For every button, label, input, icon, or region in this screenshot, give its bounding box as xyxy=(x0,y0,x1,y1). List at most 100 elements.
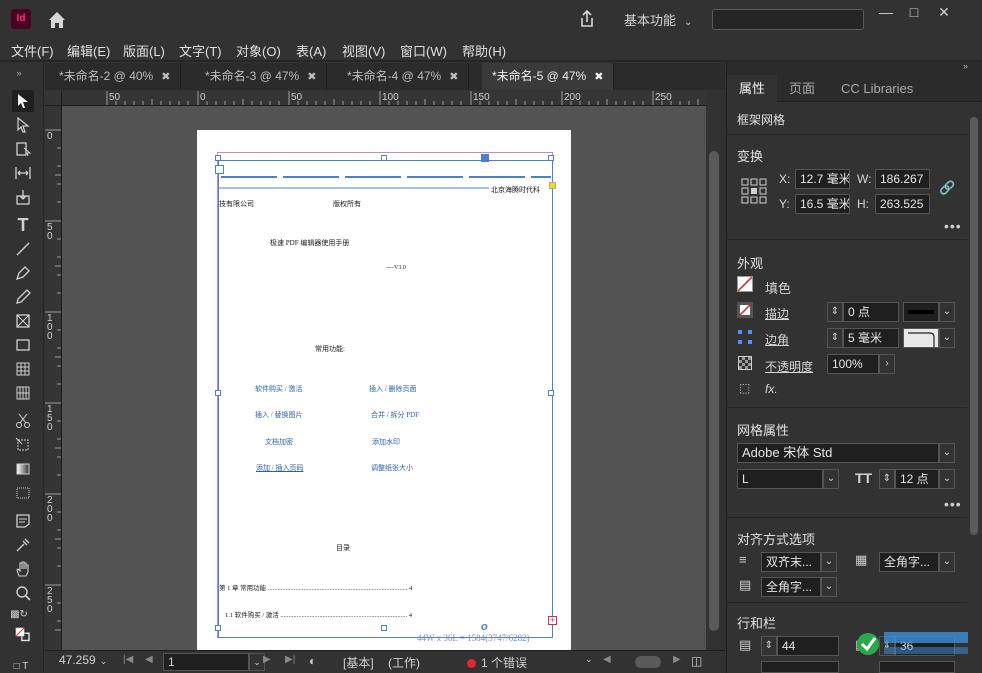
line-alignment-dropdown[interactable]: 双齐末... xyxy=(761,552,821,572)
grid-anchor-handle[interactable] xyxy=(481,154,489,162)
vertical-ruler[interactable]: 0 50 100 150 200 250 xyxy=(45,106,62,650)
link-item[interactable]: 合并 / 拆分 PDF xyxy=(371,410,419,420)
gradient-swatch-tool-icon[interactable] xyxy=(12,458,34,480)
last-page-icon[interactable]: ▶| xyxy=(285,654,295,665)
vertical-grid-tool-icon[interactable] xyxy=(12,382,34,404)
fill-stroke-swatch-icon[interactable] xyxy=(8,624,38,652)
panel-scrollbar[interactable] xyxy=(968,102,980,673)
free-transform-tool-icon[interactable] xyxy=(12,434,34,456)
line-tool-icon[interactable] xyxy=(12,238,34,260)
resize-handle[interactable] xyxy=(548,390,554,396)
type-tool-icon[interactable]: T xyxy=(12,214,34,236)
opacity-field[interactable]: 100% xyxy=(827,354,879,374)
chevron-down-icon[interactable]: ⌄ xyxy=(821,552,837,572)
tab-pages[interactable]: 页面 xyxy=(777,75,827,102)
menu-layout[interactable]: 版面(L) xyxy=(123,41,165,60)
menu-edit[interactable]: 编辑(E) xyxy=(67,41,110,60)
expand-panel-icon[interactable]: » xyxy=(963,61,968,71)
tab-untitled-3[interactable]: *未命名-3 @ 47% ✖ xyxy=(195,63,328,90)
in-port-icon[interactable] xyxy=(215,165,224,174)
resize-handle[interactable] xyxy=(215,155,221,161)
characters-field[interactable]: 44 xyxy=(777,636,839,656)
close-button[interactable]: ✕ xyxy=(930,2,958,22)
default-fill-stroke-icon[interactable]: ▩↻ xyxy=(8,604,30,626)
split-window-icon[interactable]: ◫ xyxy=(691,654,702,668)
gap-tool-icon[interactable] xyxy=(12,162,34,184)
tab-properties[interactable]: 属性 xyxy=(727,75,778,102)
corner-shape-dropdown[interactable] xyxy=(903,328,939,348)
stroke-type-dropdown[interactable] xyxy=(903,302,939,322)
eyedropper-tool-icon[interactable] xyxy=(12,534,34,556)
formatting-affects-container-icon[interactable]: □ T xyxy=(10,656,32,673)
scissors-tool-icon[interactable] xyxy=(12,410,34,432)
share-icon[interactable] xyxy=(576,8,598,30)
note-tool-icon[interactable] xyxy=(12,510,34,532)
chevron-down-icon[interactable]: ⌄ xyxy=(939,302,955,322)
x-position-field[interactable]: 12.7 毫米 xyxy=(795,169,850,189)
rectangle-frame-tool-icon[interactable] xyxy=(12,310,34,332)
reference-point-icon[interactable] xyxy=(741,178,767,204)
chevron-down-icon[interactable]: ⌄ xyxy=(585,654,593,665)
tab-untitled-4[interactable]: *未命名-4 @ 47% ✖ xyxy=(337,63,470,90)
tab-cc-libraries[interactable]: CC Libraries xyxy=(829,75,925,102)
document-page[interactable]: 北京海腾时代科 技有限公司 版权所有 极速 PDF 编辑器使用手册 ----V3… xyxy=(197,130,571,650)
maximize-button[interactable]: □ xyxy=(900,2,928,22)
link-item[interactable]: 调整纸张大小 xyxy=(371,463,413,473)
minimize-button[interactable]: — xyxy=(872,2,900,22)
chevron-down-icon[interactable]: ⌄ xyxy=(939,328,955,348)
close-icon[interactable]: ✖ xyxy=(594,71,603,83)
more-options-icon[interactable]: ••• xyxy=(944,218,962,234)
close-icon[interactable]: ✖ xyxy=(449,71,458,83)
font-size-field[interactable]: 12 点 xyxy=(895,469,939,489)
chevron-down-icon[interactable]: ⌄ xyxy=(821,577,837,597)
workspace-switcher[interactable]: 基本功能 ⌄ xyxy=(624,10,692,29)
resize-handle[interactable] xyxy=(381,155,387,161)
collapse-toolbar-icon[interactable]: » xyxy=(8,62,30,84)
stepper-icon[interactable]: ⇕ xyxy=(761,636,777,656)
stepper-icon[interactable]: ⇕ xyxy=(827,328,843,348)
more-options-icon[interactable]: ••• xyxy=(944,496,962,512)
grid-alignment-dropdown[interactable]: 全角字... xyxy=(761,577,821,597)
preflight-icon[interactable]: ◐ xyxy=(309,654,316,668)
stepper-icon[interactable]: ⇕ xyxy=(827,302,843,322)
link-item[interactable]: 软件购买 / 激活 xyxy=(255,384,302,394)
horizontal-grid-tool-icon[interactable] xyxy=(12,358,34,380)
y-position-field[interactable]: 16.5 毫米 xyxy=(795,194,850,214)
first-page-icon[interactable]: |◀ xyxy=(123,654,133,665)
resize-handle[interactable] xyxy=(548,155,554,161)
menu-table[interactable]: 表(A) xyxy=(296,41,326,60)
close-icon[interactable]: ✖ xyxy=(307,71,316,83)
stroke-label[interactable]: 描边 xyxy=(765,305,789,322)
chevron-down-icon[interactable]: ⌄ xyxy=(823,469,839,489)
rectangle-tool-icon[interactable] xyxy=(12,334,34,356)
link-marker-icon[interactable] xyxy=(549,182,556,189)
content-grabber-icon[interactable]: o xyxy=(481,621,488,633)
font-family-dropdown[interactable]: Adobe 宋体 Std xyxy=(737,443,939,463)
overset-text-icon[interactable]: + xyxy=(548,616,557,625)
link-item[interactable]: 插入 / 删除页面 xyxy=(369,384,416,394)
chevron-right-icon[interactable]: › xyxy=(879,354,895,374)
content-collector-icon[interactable] xyxy=(12,186,34,208)
stroke-swatch-icon[interactable] xyxy=(737,302,753,318)
next-page-icon[interactable]: ▶ xyxy=(263,654,271,665)
document-canvas[interactable]: 北京海腾时代科 技有限公司 版权所有 极速 PDF 编辑器使用手册 ----V3… xyxy=(62,106,706,650)
menu-file[interactable]: 文件(F) xyxy=(11,41,54,60)
close-icon[interactable]: ✖ xyxy=(161,71,170,83)
tab-untitled-5[interactable]: *未命名-5 @ 47% ✖ xyxy=(482,63,615,90)
frame-grid[interactable] xyxy=(218,160,553,638)
scroll-left-icon[interactable]: ◀ xyxy=(603,654,611,665)
selection-tool-icon[interactable] xyxy=(12,90,34,112)
resize-handle[interactable] xyxy=(215,625,221,631)
effects-square-icon[interactable]: ⬚ xyxy=(739,381,750,395)
vertical-scrollbar[interactable] xyxy=(706,91,724,650)
constrain-proportions-icon[interactable]: 🔗 xyxy=(939,180,955,196)
preflight-errors[interactable]: 1 个错误 xyxy=(467,654,527,671)
ruler-origin[interactable] xyxy=(45,91,62,106)
scroll-right-icon[interactable]: ▶ xyxy=(673,654,681,665)
resize-handle[interactable] xyxy=(381,625,387,631)
link-item[interactable]: 文档加密 xyxy=(265,437,293,447)
resize-handle[interactable] xyxy=(215,390,221,396)
fill-swatch-icon[interactable] xyxy=(737,276,753,292)
corner-radius-field[interactable]: 5 毫米 xyxy=(843,328,899,348)
menu-help[interactable]: 帮助(H) xyxy=(462,41,506,60)
